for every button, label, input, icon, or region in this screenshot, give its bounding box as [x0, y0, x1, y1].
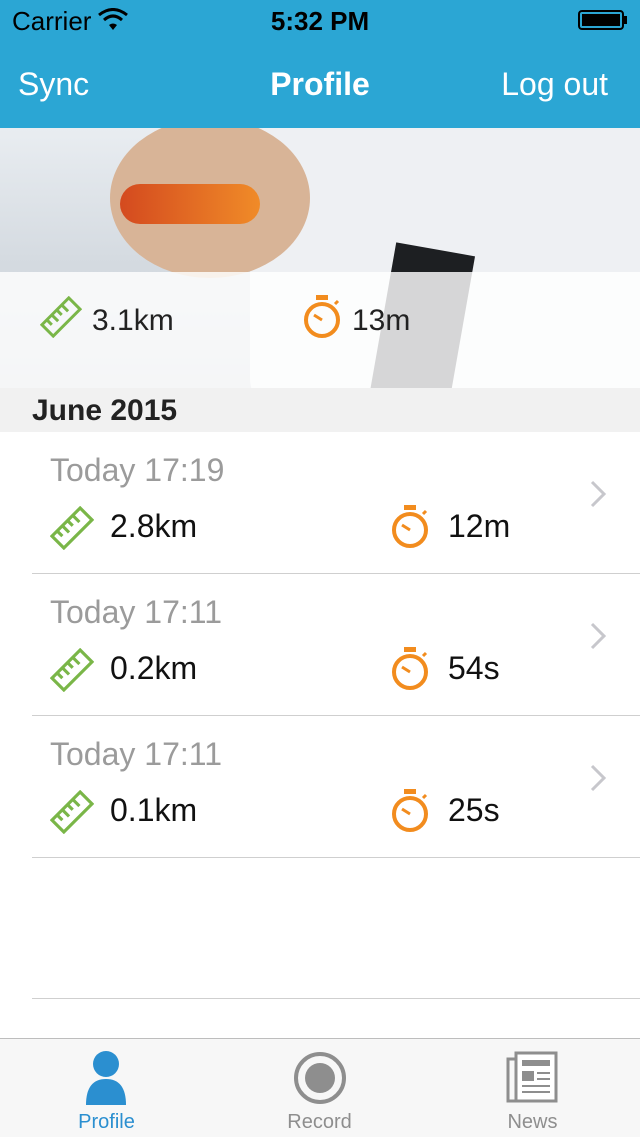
activity-distance: 0.1km [110, 792, 198, 828]
newspaper-icon [506, 1051, 558, 1103]
battery-icon [578, 10, 627, 30]
tab-profile-label: Profile [78, 1111, 135, 1133]
activity-distance: 2.8km [110, 508, 198, 544]
tab-news[interactable]: News [426, 1039, 639, 1137]
clock: 5:32 PM [270, 6, 370, 36]
list-end-divider [32, 998, 640, 999]
stopwatch-icon [392, 789, 428, 832]
header: Carrier 5:32 PM Sync Profile Log out [0, 0, 640, 128]
summary-duration: 13m [352, 304, 411, 337]
record-icon [294, 1052, 346, 1104]
section-title: June 2015 [32, 394, 178, 427]
ruler-icon [50, 506, 94, 550]
activity-duration: 25s [448, 792, 500, 828]
activity-duration: 12m [448, 508, 511, 544]
section-header: June 2015 [0, 388, 640, 432]
activity-time: Today 17:11 [50, 736, 222, 772]
chevron-right-icon [590, 764, 607, 792]
ruler-icon [50, 790, 94, 834]
hero-glasses-shape [120, 184, 260, 224]
stopwatch-icon [392, 505, 428, 548]
activity-row[interactable]: Today 17:19 2.8km 12m [0, 432, 640, 574]
status-bar: Carrier 5:32 PM [0, 0, 640, 40]
tab-record[interactable]: Record [213, 1039, 426, 1137]
chevron-right-icon [590, 622, 607, 650]
stopwatch-icon [392, 647, 428, 690]
logout-button[interactable]: Log out [501, 66, 608, 103]
tab-record-label: Record [287, 1111, 352, 1133]
tab-profile[interactable]: Profile [0, 1039, 213, 1137]
activity-distance: 0.2km [110, 650, 198, 686]
tab-news-label: News [507, 1111, 558, 1133]
ruler-icon [40, 296, 82, 338]
activity-time: Today 17:11 [50, 594, 222, 630]
tab-bar: Profile Record News [0, 1038, 640, 1137]
ruler-icon [50, 648, 94, 692]
chevron-right-icon [590, 480, 607, 508]
activity-row[interactable]: Today 17:11 0.2km 54s [0, 574, 640, 716]
activity-duration: 54s [448, 650, 500, 686]
stopwatch-icon [304, 295, 340, 338]
summary-distance: 3.1km [92, 304, 174, 337]
activity-row[interactable]: Today 17:11 0.1km 25s [0, 716, 640, 858]
activity-time: Today 17:19 [50, 452, 225, 488]
person-icon [86, 1051, 126, 1105]
row-divider [32, 857, 640, 858]
profile-hero-image: 3.1km 13m [0, 128, 640, 388]
